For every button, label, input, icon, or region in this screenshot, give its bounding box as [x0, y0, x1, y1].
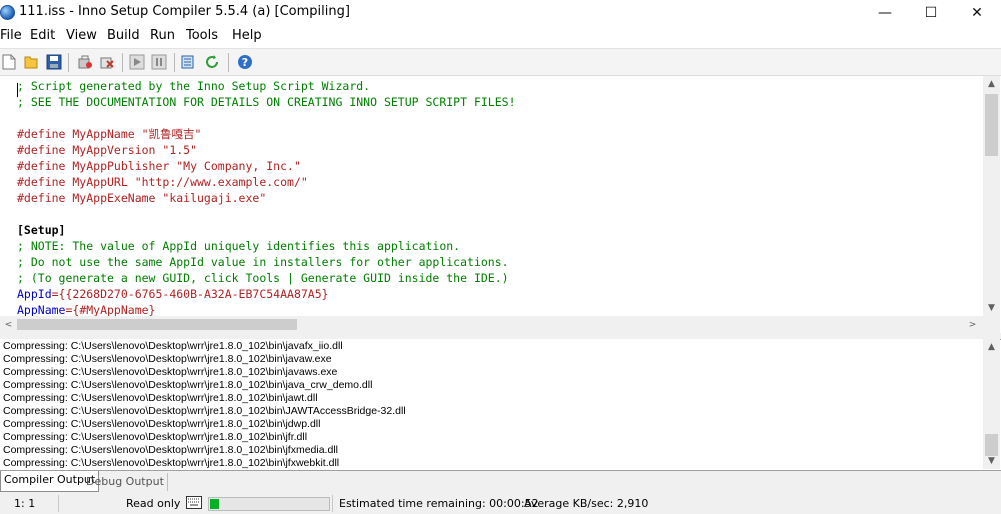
pause-icon[interactable]	[150, 53, 168, 71]
progress-fill	[210, 499, 219, 509]
script-editor[interactable]: ; Script generated by the Inno Setup Scr…	[0, 76, 983, 316]
menu-run[interactable]: Run	[150, 28, 175, 43]
scroll-up-arrow-icon[interactable]: ▲	[983, 76, 1000, 92]
keyboard-icon	[186, 496, 202, 509]
code-line-section[interactable]: [Setup]	[17, 222, 65, 238]
scroll-up-arrow-icon[interactable]: ▲	[983, 339, 1000, 355]
compile-icon[interactable]	[76, 53, 94, 71]
scroll-thumb[interactable]	[985, 94, 998, 156]
output-line: Compressing: C:\Users\lenovo\Desktop\wrr…	[3, 457, 340, 469]
close-button[interactable]: ✕	[954, 0, 1000, 25]
directive-value: ={#MyAppName}	[65, 303, 156, 316]
target-options-icon[interactable]	[180, 53, 198, 71]
output-line: Compressing: C:\Users\lenovo\Desktop\wrr…	[3, 366, 338, 378]
cursor-position: 1: 1	[14, 497, 36, 510]
svg-text:?: ?	[242, 56, 248, 69]
directive-key: AppId	[17, 287, 52, 301]
code-line[interactable]: ; Script generated by the Inno Setup Scr…	[17, 78, 370, 94]
output-line: Compressing: C:\Users\lenovo\Desktop\wrr…	[3, 405, 406, 417]
output-line: Compressing: C:\Users\lenovo\Desktop\wrr…	[3, 444, 338, 456]
read-only-indicator: Read only	[126, 497, 181, 510]
code-line[interactable]: AppId={{2268D270-6765-460B-A32A-EB7C54AA…	[17, 286, 329, 302]
scroll-right-arrow-icon[interactable]: >	[964, 317, 981, 333]
menu-help[interactable]: Help	[232, 28, 262, 43]
directive-key: AppName	[17, 303, 66, 316]
status-separator	[58, 495, 59, 512]
output-vertical-scrollbar[interactable]: ▲ ▼	[983, 339, 1000, 469]
estimated-time-remaining: Estimated time remaining: 00:00:52	[339, 497, 539, 510]
directive-value: ={{2268D270-6765-460B-A32A-EB7C54AA87A5}	[51, 287, 329, 301]
maximize-button[interactable]: ☐	[908, 0, 954, 25]
code-line[interactable]: #define MyAppVersion "1.5"	[17, 142, 197, 158]
compiler-output-list[interactable]: Compressing: C:\Users\lenovo\Desktop\wrr…	[0, 339, 983, 469]
new-file-icon[interactable]	[0, 53, 18, 71]
compile-progress-bar	[208, 497, 330, 511]
status-separator	[332, 495, 333, 512]
code-line[interactable]: ; (To generate a new GUID, click Tools |…	[17, 270, 509, 286]
stop-compile-icon[interactable]	[98, 53, 116, 71]
menu-tools[interactable]: Tools	[186, 28, 218, 43]
save-icon[interactable]	[45, 53, 63, 71]
output-tabs: Compiler Output Debug Output	[0, 470, 1001, 493]
output-line: Compressing: C:\Users\lenovo\Desktop\wrr…	[3, 340, 343, 352]
average-transfer-rate: Average KB/sec: 2,910	[524, 497, 649, 510]
editor-horizontal-scrollbar[interactable]: < >	[0, 316, 983, 333]
menu-bar: File Edit View Build Run Tools Help	[0, 25, 1001, 47]
inno-setup-icon	[0, 5, 15, 20]
code-line[interactable]: #define MyAppName "凯鲁嘎吉"	[17, 126, 201, 142]
code-line[interactable]: ; Do not use the same AppId value in ins…	[17, 254, 509, 270]
toolbar-separator	[228, 53, 229, 72]
code-line[interactable]: #define MyAppExeName "kailugaji.exe"	[17, 190, 266, 206]
code-line[interactable]: ; SEE THE DOCUMENTATION FOR DETAILS ON C…	[17, 94, 516, 110]
title-bar: 111.iss - Inno Setup Compiler 5.5.4 (a) …	[0, 0, 1001, 25]
scroll-down-arrow-icon[interactable]: ▼	[983, 453, 1000, 469]
scroll-left-arrow-icon[interactable]: <	[0, 317, 17, 333]
output-line: Compressing: C:\Users\lenovo\Desktop\wrr…	[3, 353, 332, 365]
output-line: Compressing: C:\Users\lenovo\Desktop\wrr…	[3, 392, 318, 404]
toolbar-separator	[174, 53, 175, 72]
run-icon[interactable]	[128, 53, 146, 71]
scroll-thumb[interactable]	[17, 319, 297, 330]
output-line: Compressing: C:\Users\lenovo\Desktop\wrr…	[3, 379, 373, 391]
minimize-button[interactable]: —	[862, 0, 908, 25]
menu-edit[interactable]: Edit	[30, 28, 55, 43]
toolbar-separator	[122, 53, 123, 72]
menu-build[interactable]: Build	[107, 28, 140, 43]
menu-file[interactable]: File	[0, 28, 22, 43]
status-bar: 1: 1 Read only Estimated time remaining:…	[0, 493, 1001, 514]
editor-vertical-scrollbar[interactable]: ▲ ▼	[983, 76, 1000, 316]
scroll-down-arrow-icon[interactable]: ▼	[983, 300, 1000, 316]
code-line[interactable]: ; NOTE: The value of AppId uniquely iden…	[17, 238, 460, 254]
output-line: Compressing: C:\Users\lenovo\Desktop\wrr…	[3, 418, 321, 430]
toolbar-separator	[68, 53, 69, 72]
tab-debug-output[interactable]: Debug Output	[83, 473, 168, 491]
toolbar: ?	[0, 48, 1001, 76]
code-line[interactable]: #define MyAppPublisher "My Company, Inc.…	[17, 158, 301, 174]
code-line[interactable]: #define MyAppURL "http://www.example.com…	[17, 174, 308, 190]
refresh-icon[interactable]	[203, 53, 221, 71]
code-line[interactable]: AppName={#MyAppName}	[17, 302, 155, 316]
output-line: Compressing: C:\Users\lenovo\Desktop\wrr…	[3, 431, 308, 443]
open-folder-icon[interactable]	[22, 53, 40, 71]
menu-view[interactable]: View	[66, 28, 97, 43]
scrollbar-corner	[983, 316, 1000, 333]
window-title: 111.iss - Inno Setup Compiler 5.5.4 (a) …	[19, 4, 350, 19]
help-icon[interactable]: ?	[236, 53, 254, 71]
